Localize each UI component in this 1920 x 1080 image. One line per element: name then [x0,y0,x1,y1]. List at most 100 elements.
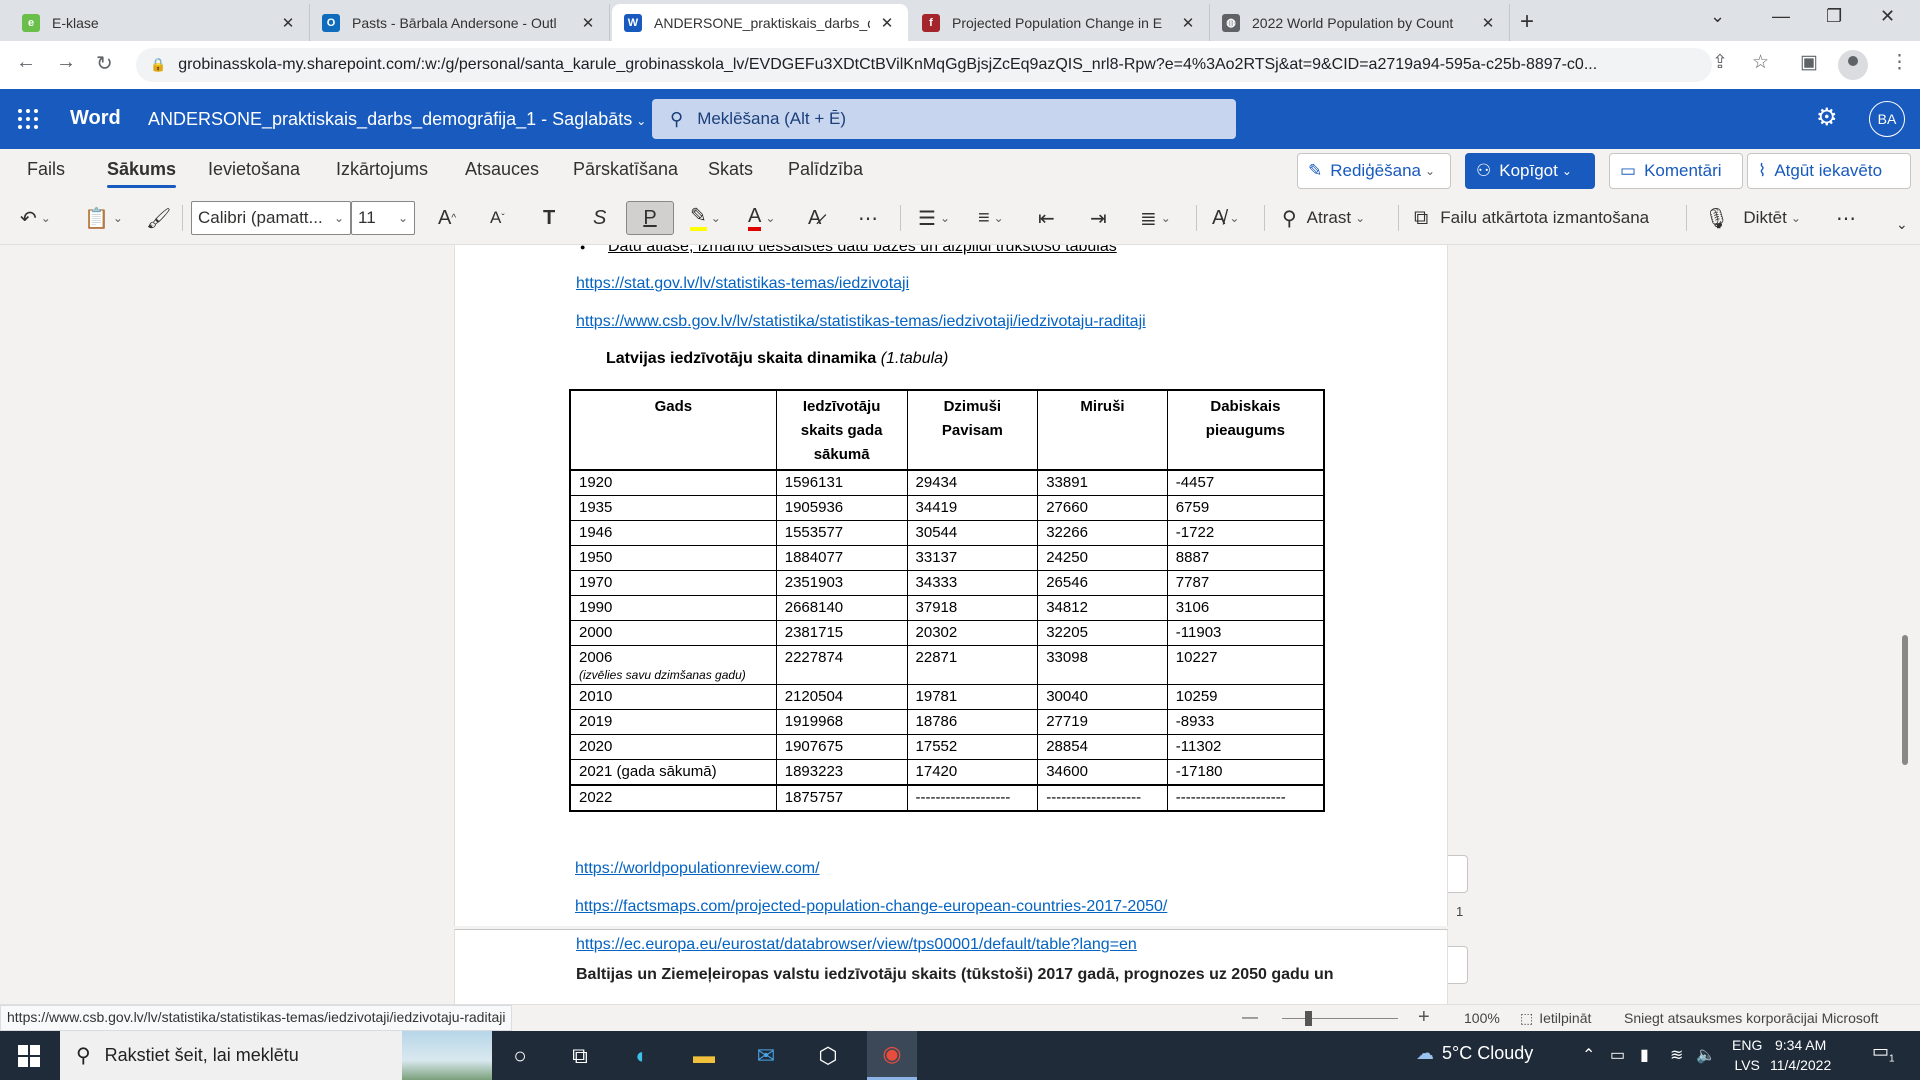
chrome-icon[interactable]: ◉ [867,1031,917,1080]
cell-growth[interactable]: 3106 [1166,595,1325,621]
taskbar-search-input[interactable]: ⚲ Rakstiet šeit, lai meklētu [60,1031,492,1080]
document-title[interactable]: ANDERSONE_praktiskais_darbs_demogrāfija_… [148,109,646,130]
hyperlink-worldpopulationreview[interactable]: https://worldpopulationreview.com/ [575,860,820,878]
notification-icon[interactable]: ▭1 [1872,1041,1895,1065]
cell-year[interactable]: 1920 [568,469,777,496]
weather-widget[interactable]: ☁ 5°C Cloudy [1416,1043,1533,1064]
format-painter-icon[interactable]: 🖌 [146,201,171,235]
close-window-icon[interactable]: ✕ [1880,6,1895,27]
url-text[interactable]: grobinasskola-my.sharepoint.com/:w:/g/pe… [178,56,1658,74]
mail-icon[interactable]: ✉ [749,1039,783,1073]
tab-sakums[interactable]: Sākums [107,159,177,188]
task-view-icon[interactable]: ⧉ [563,1039,597,1073]
clear-formatting-icon[interactable]: A̷ [808,201,821,235]
cell-year[interactable]: 2021 (gada sākumā) [568,759,777,786]
fit-button[interactable]: ⬚ Ietilpināt [1520,1010,1591,1027]
omnibox[interactable]: 🔒 grobinasskola-my.sharepoint.com/:w:/g/… [136,48,1712,82]
side-panel-icon[interactable]: ▣ [1800,51,1818,74]
cell-population[interactable]: 2351903 [775,570,908,596]
feedback-link[interactable]: Sniegt atsauksmes korporācijai Microsoft [1624,1010,1878,1026]
cell-growth[interactable]: -8933 [1166,709,1325,735]
tab-parskatisana[interactable]: Pārskatīšana [573,159,678,180]
align-button[interactable]: ≣ ⌄ [1140,201,1171,235]
cell-growth[interactable]: 10227 [1166,645,1325,685]
close-icon[interactable]: ✕ [1479,14,1497,32]
cell-population[interactable]: 1875757 [775,784,908,812]
close-icon[interactable]: ✕ [579,14,597,32]
battery-icon[interactable]: ▮ [1640,1045,1649,1065]
underline-icon[interactable]: P [626,201,674,235]
browser-tab[interactable]: e E-klase ✕ [10,4,310,41]
cell-population[interactable]: 1905936 [775,495,908,521]
catch-up-button[interactable]: ⌇ Atgūt iekavēto [1747,153,1911,189]
paste-button[interactable]: 📋 ⌄ [84,201,123,235]
hyperlink-factsmaps[interactable]: https://factsmaps.com/projected-populati… [575,898,1167,916]
cell-died[interactable]: 32205 [1037,620,1168,646]
styles-button[interactable]: A̸ ⌄ [1212,201,1239,235]
cell-died[interactable]: 24250 [1037,545,1168,571]
new-tab-button[interactable]: + [1520,8,1534,36]
cell-growth[interactable]: -4457 [1166,469,1325,496]
zoom-in-icon[interactable]: + [1418,1006,1430,1029]
cell-population[interactable]: 1553577 [775,520,908,546]
cell-died[interactable]: 32266 [1037,520,1168,546]
tab-ievietosana[interactable]: Ievietošana [208,159,300,180]
cell-growth[interactable]: -11302 [1166,734,1325,760]
close-icon[interactable]: ✕ [1179,14,1197,32]
italic-icon[interactable]: S [593,201,606,235]
wifi-icon[interactable]: ≋ [1670,1045,1683,1065]
bullets-button[interactable]: ☰ ⌄ [918,201,950,235]
cell-growth[interactable]: -17180 [1166,759,1325,786]
cell-year[interactable]: 2010 [568,684,777,710]
cell-growth[interactable]: ---------------------- [1166,784,1325,812]
tab-palidziba[interactable]: Palīdzība [788,159,863,180]
more-options-icon[interactable]: ⋯ [1836,201,1856,235]
cell-died[interactable]: ------------------- [1037,784,1168,812]
increase-indent-icon[interactable]: ⇥ [1090,201,1107,235]
cell-population[interactable]: 2227874 [775,645,908,685]
cell-born[interactable]: 37918 [906,595,1039,621]
shrink-font-icon[interactable]: Aˇ [490,201,505,235]
reuse-files-button[interactable]: ⧉ Failu atkārtota izmantošana [1414,201,1649,235]
search-input[interactable]: ⚲ Meklēšana (Alt + Ē) [652,99,1236,139]
cell-born[interactable]: 17552 [906,734,1039,760]
app-name[interactable]: Word [70,107,121,130]
cell-growth[interactable]: 8887 [1166,545,1325,571]
browser-tab[interactable]: f Projected Population Change in E ✕ [910,4,1210,41]
settings-gear-icon[interactable]: ⚙ [1816,103,1838,132]
cortana-icon[interactable]: ○ [503,1039,537,1073]
cell-died[interactable]: 27719 [1037,709,1168,735]
maximize-icon[interactable]: ❐ [1826,6,1842,27]
clock[interactable]: 9:34 AM 11/4/2022 [1770,1035,1831,1075]
browser-tab[interactable]: ◍ 2022 World Population by Count ✕ [1210,4,1510,41]
document-page[interactable]: Datu atlase, izmanto tiešsaistes datu bā… [454,245,1448,926]
hyperlink-csb-gov[interactable]: https://www.csb.gov.lv/lv/statistika/sta… [576,313,1146,331]
cell-born[interactable]: 33137 [906,545,1039,571]
cell-born[interactable]: 30544 [906,520,1039,546]
browser-tab[interactable]: O Pasts - Bārbala Andersone - Outl ✕ [310,4,610,41]
cell-population[interactable]: 2381715 [775,620,908,646]
cell-year[interactable]: 1990 [568,595,777,621]
browser-tab-active[interactable]: W ANDERSONE_praktiskais_darbs_d ✕ [612,4,908,41]
cell-born[interactable]: 18786 [906,709,1039,735]
close-icon[interactable]: ✕ [878,14,896,32]
cell-growth[interactable]: 7787 [1166,570,1325,596]
cell-died[interactable]: 33098 [1037,645,1168,685]
font-name-select[interactable]: Calibri (pamatt... ⌄ [191,201,351,235]
cell-died[interactable]: 34812 [1037,595,1168,621]
highlight-color-button[interactable]: ✎ ⌄ [690,201,721,235]
cell-died[interactable]: 28854 [1037,734,1168,760]
page-side-control[interactable] [1448,946,1468,984]
cell-died[interactable]: 30040 [1037,684,1168,710]
cell-born[interactable]: 34333 [906,570,1039,596]
bookmark-star-icon[interactable]: ☆ [1752,51,1769,74]
browser-profile-icon[interactable] [1838,50,1868,80]
numbering-button[interactable]: ≡ ⌄ [978,201,1004,235]
zoom-slider-track[interactable] [1282,1018,1398,1019]
cell-born[interactable]: 34419 [906,495,1039,521]
tray-chevron-icon[interactable]: ⌃ [1582,1045,1595,1065]
cell-died[interactable]: 27660 [1037,495,1168,521]
zoom-slider-thumb[interactable] [1305,1011,1312,1026]
cell-year[interactable]: 1946 [568,520,777,546]
cell-born[interactable]: 20302 [906,620,1039,646]
